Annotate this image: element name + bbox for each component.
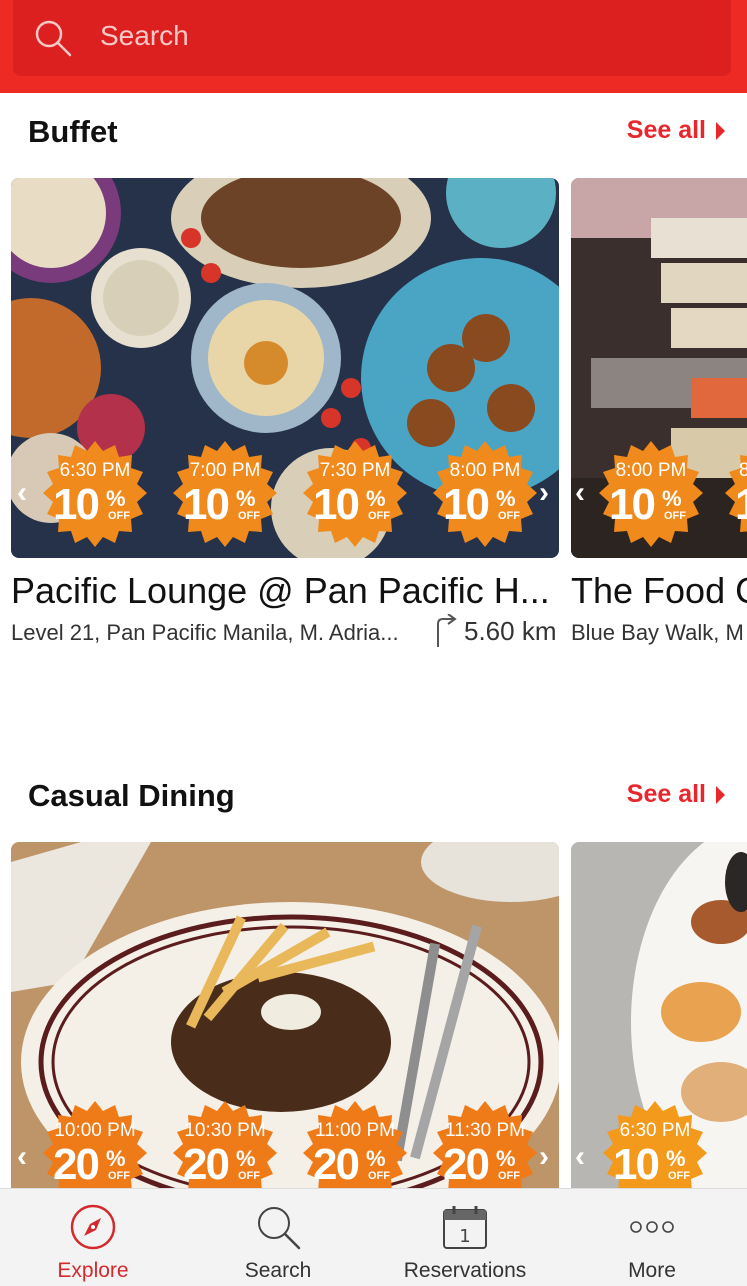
deal-time: 11:00 PM [315, 1120, 395, 1141]
restaurant-name[interactable]: The Food C [571, 570, 747, 612]
section-title-buffet: Buffet [28, 114, 118, 149]
chevron-left-icon[interactable]: ‹ [575, 476, 585, 510]
search-input[interactable]: Search [13, 0, 731, 76]
chevron-left-icon[interactable]: ‹ [17, 476, 27, 510]
deal-badge[interactable]: 8 1 [719, 436, 747, 552]
chevron-right-icon[interactable]: › [539, 476, 549, 510]
deal-badge[interactable]: 10:30 PM 20 % OFF [167, 1096, 283, 1188]
off-label: OFF [668, 1170, 690, 1182]
off-label: OFF [108, 1170, 130, 1182]
deal-badge[interactable]: 8:00 PM 10 % OFF [427, 436, 543, 552]
tab-label: Search [244, 1259, 312, 1282]
restaurant-card-pacific-lounge[interactable]: 6:30 PM 10 % OFF 7:00 PM 10 % OFF 7:30 P… [11, 178, 559, 558]
deal-time: 7:00 PM [189, 460, 261, 481]
restaurant-card-casual-2[interactable]: 6:30 PM 10 % OFF ‹ [571, 842, 747, 1188]
percent-symbol: % [106, 1146, 126, 1171]
tab-reservations[interactable]: 1 Reservations [372, 1189, 558, 1286]
directions-icon [437, 614, 457, 647]
calendar-icon: 1 [443, 1206, 487, 1249]
off-label: OFF [238, 1170, 260, 1182]
deal-percent: 10 [609, 480, 656, 529]
deal-badge[interactable]: 6:30 PM 10 % OFF [37, 436, 153, 552]
deal-time: 7:30 PM [319, 460, 391, 481]
percent-symbol: % [236, 1146, 256, 1171]
off-label: OFF [664, 510, 686, 522]
tab-search[interactable]: Search [185, 1189, 371, 1286]
deal-badge[interactable]: 11:00 PM 20 % OFF [297, 1096, 413, 1188]
percent-symbol: % [496, 486, 516, 511]
deal-percent: 1 [735, 480, 747, 530]
tab-label: Explore [57, 1259, 129, 1282]
tab-explore[interactable]: Explore [0, 1189, 186, 1286]
see-all-casual-dining-link[interactable]: See all [627, 780, 725, 809]
tab-label: Reservations [403, 1259, 527, 1282]
deal-badge[interactable]: 7:30 PM 10 % OFF [297, 436, 413, 552]
see-all-label: See all [626, 116, 706, 144]
deal-percent: 10 [53, 480, 100, 529]
percent-symbol: % [366, 1146, 386, 1171]
deal-badge[interactable]: 7:00 PM 10 % OFF [167, 436, 283, 552]
percent-symbol: % [662, 486, 682, 511]
tab-more[interactable]: More [559, 1189, 745, 1286]
deal-time: 10:30 PM [184, 1120, 266, 1141]
see-all-buffet-link[interactable]: See all [627, 116, 725, 145]
chevron-right-icon[interactable]: › [539, 1140, 549, 1174]
percent-symbol: % [106, 486, 126, 511]
restaurant-address: Blue Bay Walk, M [571, 620, 744, 645]
deal-time: 11:30 PM [445, 1120, 525, 1141]
restaurant-address: Level 21, Pan Pacific Manila, M. Adria..… [11, 620, 399, 645]
deal-percent: 10 [613, 1140, 660, 1188]
more-dots-icon [630, 1221, 674, 1233]
chevron-left-icon[interactable]: ‹ [17, 1140, 27, 1174]
deal-percent: 10 [313, 480, 360, 529]
restaurant-card-casual-1[interactable]: 10:00 PM 20 % OFF 10:30 PM 20 % OFF 11:0… [11, 842, 559, 1188]
see-all-label: See all [626, 780, 706, 808]
deal-time: 6:30 PM [59, 460, 131, 481]
percent-symbol: % [366, 486, 386, 511]
off-label: OFF [368, 1170, 390, 1182]
chevron-right-icon [716, 785, 725, 804]
off-label: OFF [238, 510, 260, 522]
deal-percent: 20 [183, 1140, 230, 1188]
off-label: OFF [498, 1170, 520, 1182]
deal-percent: 10 [443, 480, 490, 529]
chevron-left-icon[interactable]: ‹ [575, 1140, 585, 1174]
section-title-casual-dining: Casual Dining [28, 778, 235, 813]
restaurant-card-food-court[interactable]: 8:00 PM 10 % OFF 8 1 ‹ [571, 178, 747, 558]
deal-badge[interactable]: 8:00 PM 10 % OFF [593, 436, 709, 552]
deal-time: 10:00 PM [54, 1120, 136, 1141]
deal-percent: 10 [183, 480, 230, 529]
percent-symbol: % [496, 1146, 516, 1171]
search-icon [258, 1207, 301, 1250]
header-bar: Search [0, 0, 747, 93]
chevron-right-icon [716, 121, 725, 140]
svg-text:1: 1 [459, 1226, 470, 1247]
restaurant-name[interactable]: Pacific Lounge @ Pan Pacific H... [11, 570, 550, 612]
deal-badge[interactable]: 6:30 PM 10 % OFF [597, 1096, 713, 1188]
bottom-nav: Explore Search 1 Reservations More [0, 1188, 747, 1286]
deal-badge[interactable]: 11:30 PM 20 % OFF [427, 1096, 543, 1188]
deal-time: 8:00 PM [449, 460, 521, 481]
percent-symbol: % [236, 486, 256, 511]
percent-symbol: % [666, 1146, 686, 1171]
deal-percent: 20 [53, 1140, 100, 1188]
deal-percent: 20 [313, 1140, 360, 1188]
deal-badge[interactable]: 10:00 PM 20 % OFF [37, 1096, 153, 1188]
distance-value: 5.60 km [464, 615, 557, 646]
compass-icon [70, 1204, 116, 1250]
search-placeholder: Search [100, 20, 189, 51]
off-label: OFF [498, 510, 520, 522]
tab-label: More [628, 1259, 676, 1282]
search-icon [35, 20, 72, 57]
deal-time: 8 [739, 460, 747, 481]
deal-time: 6:30 PM [619, 1120, 691, 1141]
deal-percent: 20 [443, 1140, 490, 1188]
deal-time: 8:00 PM [615, 460, 687, 481]
restaurant-distance: 5.60 km [432, 614, 557, 648]
off-label: OFF [368, 510, 390, 522]
off-label: OFF [108, 510, 130, 522]
